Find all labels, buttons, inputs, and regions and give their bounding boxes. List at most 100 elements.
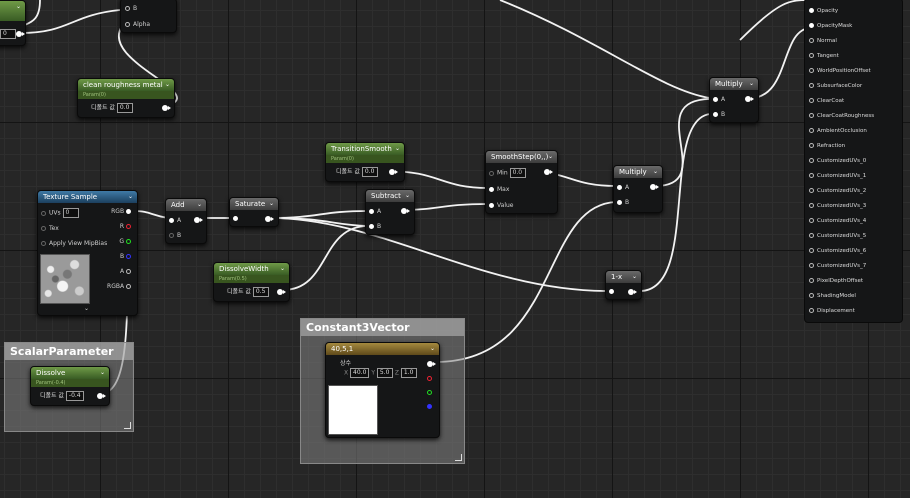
output-pin[interactable] (401, 208, 410, 214)
input-pin-dot[interactable] (809, 38, 814, 43)
input-pin-value[interactable] (489, 203, 494, 208)
param-node-transition-smooth[interactable]: TransitionSmooth ⌄ Param(0) 디폴트 값 0.0 (325, 142, 405, 182)
output-pin[interactable] (97, 393, 106, 399)
input-pin-dot[interactable] (809, 113, 814, 118)
comment-title[interactable]: Constant3Vector (301, 319, 464, 336)
material-input-pin[interactable]: ClearCoatRoughness (809, 113, 874, 119)
output-pin-r[interactable] (427, 376, 432, 381)
smoothstep-node[interactable]: SmoothStep(0,,) ⌄ Min 0.0 Max Value (485, 150, 558, 214)
value-field[interactable]: 0 (0, 29, 16, 39)
output-pin[interactable] (162, 105, 171, 111)
default-value-field[interactable]: -0.4 (65, 391, 84, 401)
input-pin-dot[interactable] (809, 218, 814, 223)
chevron-down-icon[interactable]: ⌄ (548, 151, 553, 163)
output-pin-b[interactable] (427, 404, 432, 409)
subtract-node[interactable]: Subtract ⌄ A B (365, 189, 415, 235)
input-pin-a[interactable] (713, 97, 718, 102)
chevron-down-icon[interactable]: ⌄ (405, 190, 410, 202)
input-pin-dot[interactable] (809, 158, 814, 163)
output-pin[interactable] (389, 169, 398, 175)
chevron-down-icon[interactable]: ⌄ (280, 263, 285, 275)
input-pin-tex[interactable] (41, 226, 46, 231)
output-pin-a[interactable] (126, 269, 131, 274)
material-input-pin[interactable]: ShadingModel (809, 293, 856, 299)
partial-node-top-left[interactable]: ⌄ 0 (0, 0, 26, 46)
chevron-down-icon[interactable]: ⌄ (749, 78, 754, 90)
material-input-pin[interactable]: Tangent (809, 53, 839, 59)
default-value-field[interactable]: 0.0 (116, 103, 133, 113)
material-input-pin[interactable]: WorldPositionOffset (809, 68, 871, 74)
material-input-pin[interactable]: SubsurfaceColor (809, 83, 862, 89)
input-pin-b[interactable] (169, 233, 174, 238)
output-pin-g[interactable] (427, 390, 432, 395)
param-node-clean-roughness[interactable]: clean roughness metal ⌄ Param(0) 디폴트 값 0.… (77, 78, 175, 118)
input-pin-a[interactable] (169, 218, 174, 223)
output-pin[interactable] (16, 31, 25, 37)
material-input-pin[interactable]: CustomizedUVs_6 (809, 248, 866, 254)
input-pin-dot[interactable] (809, 173, 814, 178)
input-pin-b[interactable] (713, 112, 718, 117)
input-pin-dot[interactable] (809, 23, 814, 28)
output-pin[interactable] (544, 169, 553, 175)
add-node[interactable]: Add ⌄ A B (165, 198, 207, 244)
input-pin-dot[interactable] (809, 68, 814, 73)
material-input-pin[interactable]: Opacity (809, 8, 838, 14)
output-pin[interactable] (650, 184, 659, 190)
input-pin-b[interactable] (617, 200, 622, 205)
chevron-down-icon[interactable]: ⌄ (100, 367, 105, 379)
material-input-pin[interactable]: CustomizedUVs_4 (809, 218, 866, 224)
chevron-down-icon[interactable]: ⌄ (653, 166, 658, 178)
constant3vector-node[interactable]: 40,5,1 ⌄ 상수 X 40.0 Y 5.0 Z 1.0 (325, 342, 440, 438)
input-pin-dot[interactable] (809, 83, 814, 88)
input-pin-dot[interactable] (809, 278, 814, 283)
input-pin-dot[interactable] (809, 233, 814, 238)
material-input-pin[interactable]: CustomizedUVs_1 (809, 173, 866, 179)
saturate-node[interactable]: Saturate ⌄ (229, 197, 279, 227)
output-pin[interactable] (265, 216, 274, 222)
input-pin-b[interactable] (369, 224, 374, 229)
input-pin-a[interactable] (617, 185, 622, 190)
material-input-pin[interactable]: CustomizedUVs_7 (809, 263, 866, 269)
default-value-field[interactable]: 0.5 (252, 287, 269, 297)
default-value-field[interactable]: 0.0 (361, 167, 378, 177)
chevron-down-icon[interactable]: ⌄ (16, 1, 21, 13)
partial-node-top[interactable]: B Alpha (120, 0, 177, 33)
material-result-node[interactable]: Opacity OpacityMask Normal Tangent WorldPosi… (804, 0, 903, 323)
input-pin-dot[interactable] (809, 143, 814, 148)
input-pin-dot[interactable] (809, 128, 814, 133)
z-value-field[interactable]: 1.0 (400, 368, 417, 378)
material-input-pin[interactable]: Refraction (809, 143, 845, 149)
input-pin-dot[interactable] (809, 308, 814, 313)
input-pin-dot[interactable] (809, 263, 814, 268)
chevron-down-icon[interactable]: ⌄ (269, 198, 274, 210)
material-input-pin[interactable]: Normal (809, 38, 837, 44)
input-pin[interactable] (609, 289, 614, 294)
material-input-pin[interactable]: CustomizedUVs_5 (809, 233, 866, 239)
output-pin[interactable] (628, 289, 637, 295)
output-pin-rgba[interactable] (126, 284, 131, 289)
chevron-down-icon[interactable]: ⌄ (632, 271, 637, 283)
comment-title[interactable]: ScalarParameter (5, 343, 133, 360)
multiply-node-top[interactable]: Multiply ⌄ A B (709, 77, 759, 123)
chevron-down-icon[interactable]: ⌄ (197, 199, 202, 211)
chevron-down-icon[interactable]: ⌄ (84, 304, 89, 313)
output-pin-g[interactable] (126, 239, 131, 244)
output-pin[interactable] (745, 96, 754, 102)
chevron-down-icon[interactable]: ⌄ (395, 143, 400, 155)
material-input-pin[interactable]: ClearCoat (809, 98, 844, 104)
material-input-pin[interactable]: Displacement (809, 308, 855, 314)
one-minus-node[interactable]: 1-x ⌄ (605, 270, 642, 300)
material-input-pin[interactable]: CustomizedUVs_0 (809, 158, 866, 164)
material-input-pin[interactable]: CustomizedUVs_3 (809, 203, 866, 209)
resize-grip-icon[interactable] (455, 454, 462, 461)
input-pin-max[interactable] (489, 187, 494, 192)
material-input-pin[interactable]: CustomizedUVs_2 (809, 188, 866, 194)
output-pin[interactable] (427, 361, 436, 367)
output-pin-r[interactable] (126, 224, 131, 229)
input-pin-dot[interactable] (809, 98, 814, 103)
material-input-pin[interactable]: PixelDepthOffset (809, 278, 863, 284)
chevron-down-icon[interactable]: ⌄ (128, 191, 133, 203)
y-value-field[interactable]: 5.0 (376, 368, 393, 378)
input-pin-mipbias[interactable] (41, 241, 46, 246)
output-pin-b[interactable] (126, 254, 131, 259)
